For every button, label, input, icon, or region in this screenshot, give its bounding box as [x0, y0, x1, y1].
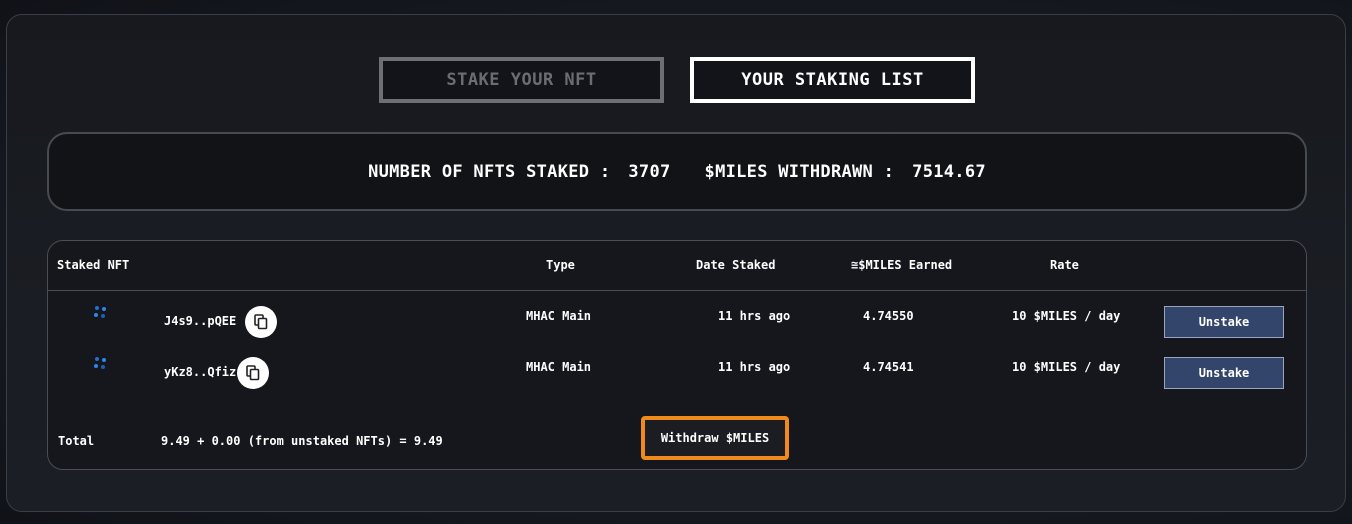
rate: 10 $MILES / day: [1012, 309, 1121, 323]
copy-button[interactable]: [245, 306, 277, 338]
unstake-button[interactable]: Unstake: [1164, 306, 1284, 338]
nft-id: J4s9..pQEE: [164, 314, 237, 328]
withdraw-miles-button[interactable]: Withdraw $MILES: [641, 416, 789, 460]
tab-your-staking-list[interactable]: YOUR STAKING LIST: [690, 57, 975, 103]
nfts-staked-label: NUMBER OF NFTS STAKED :: [368, 161, 611, 182]
staking-table: Staked NFT Type Date Staked ≅$MILES Earn…: [47, 240, 1307, 470]
stats-bar: NUMBER OF NFTS STAKED : 3707 $MILES WITH…: [47, 132, 1307, 211]
nft-dots-icon: [94, 357, 106, 369]
miles-withdrawn-label: $MILES WITHDRAWN :: [704, 161, 895, 182]
miles-earned: 4.74541: [863, 360, 914, 374]
copy-button[interactable]: [237, 357, 269, 389]
unstake-button[interactable]: Unstake: [1164, 357, 1284, 389]
total-value: 9.49 + 0.00 (from unstaked NFTs) = 9.49: [161, 434, 443, 448]
copy-icon: [246, 365, 260, 381]
rate: 10 $MILES / day: [1012, 360, 1121, 374]
table-header: Staked NFT Type Date Staked ≅$MILES Earn…: [48, 241, 1306, 291]
miles-earned: 4.74550: [863, 309, 914, 323]
col-type: Type: [546, 258, 575, 272]
nft-dots-icon: [94, 306, 106, 318]
miles-withdrawn-value: 7514.67: [912, 161, 986, 182]
col-date-staked: Date Staked: [696, 258, 776, 272]
nft-type: MHAC Main: [526, 360, 592, 374]
tab-stake-your-nft[interactable]: STAKE YOUR NFT: [379, 57, 664, 103]
page: STAKE YOUR NFT YOUR STAKING LIST NUMBER …: [0, 0, 1352, 524]
nft-type: MHAC Main: [526, 309, 592, 323]
nft-id: yKz8..Qfiz: [164, 365, 237, 379]
col-rate: Rate: [1050, 258, 1079, 272]
date-staked: 11 hrs ago: [718, 360, 791, 374]
date-staked: 11 hrs ago: [718, 309, 791, 323]
copy-icon: [254, 314, 268, 330]
total-label: Total: [58, 434, 95, 448]
nfts-staked-value: 3707: [628, 161, 671, 182]
col-staked-nft: Staked NFT: [57, 258, 130, 272]
col-miles-earned: ≅$MILES Earned: [851, 258, 953, 272]
